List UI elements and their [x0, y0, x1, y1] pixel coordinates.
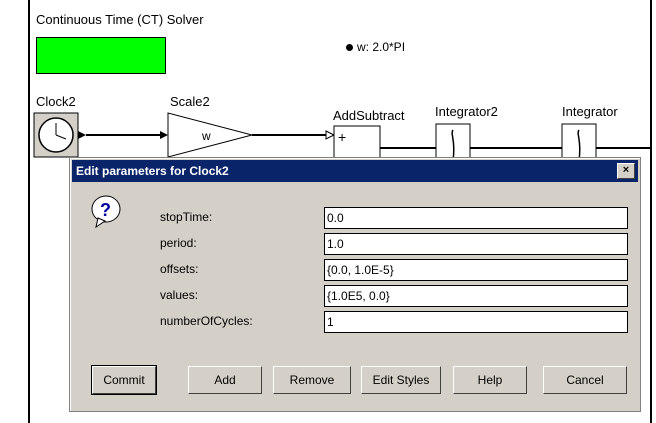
period-field[interactable]: 1.0 — [324, 233, 628, 255]
edit-styles-button[interactable]: Edit Styles — [361, 366, 441, 394]
numberofcycles-field[interactable]: 1 — [324, 311, 628, 333]
scale2-block[interactable]: w — [167, 112, 254, 158]
dialog-title: Edit parameters for Clock2 — [76, 164, 229, 178]
period-label: period: — [160, 236, 197, 250]
values-field[interactable]: {1.0E5, 0.0} — [324, 285, 628, 307]
remove-button[interactable]: Remove — [273, 366, 351, 394]
close-icon: × — [622, 164, 630, 176]
stoptime-field[interactable]: 0.0 — [324, 207, 628, 229]
numberofcycles-label: numberOfCycles: — [160, 314, 253, 328]
cancel-button[interactable]: Cancel — [543, 366, 627, 394]
scale2-gain-text: w — [201, 129, 211, 143]
question-icon: ? — [91, 195, 121, 229]
edit-parameters-dialog: Edit parameters for Clock2 × ? stopTime:… — [69, 157, 641, 412]
dialog-titlebar[interactable]: Edit parameters for Clock2 × — [72, 160, 638, 182]
values-label: values: — [160, 288, 199, 302]
commit-button[interactable]: Commit — [91, 365, 157, 395]
svg-text:?: ? — [100, 200, 111, 220]
close-button[interactable]: × — [617, 163, 635, 179]
stoptime-label: stopTime: — [160, 210, 213, 224]
plus-text: + — [338, 129, 346, 145]
clock2-block[interactable] — [33, 112, 79, 158]
block-diagram: w + — [33, 112, 650, 167]
offsets-field[interactable]: {0.0, 1.0E-5} — [324, 259, 628, 281]
help-button[interactable]: Help — [453, 366, 527, 394]
add-button[interactable]: Add — [188, 366, 262, 394]
offsets-label: offsets: — [160, 262, 199, 276]
